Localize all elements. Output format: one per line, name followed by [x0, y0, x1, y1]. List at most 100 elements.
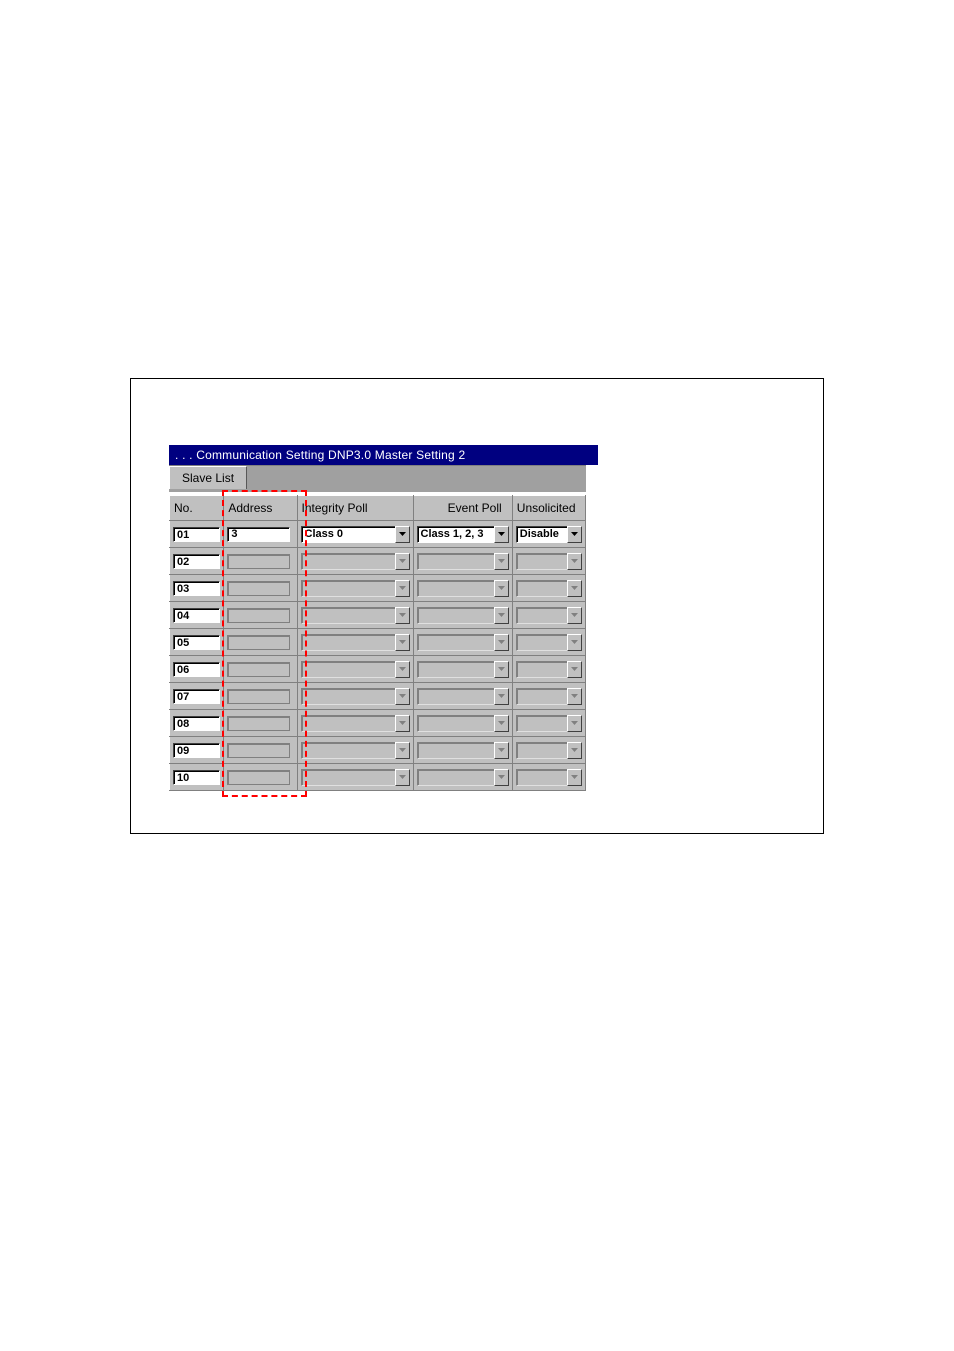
- event-poll-select: [417, 661, 509, 678]
- tab-strip: Slave List: [169, 465, 586, 492]
- unsolicited-select-value: [516, 553, 567, 570]
- unsolicited-select[interactable]: Disable: [516, 526, 582, 543]
- chevron-down-icon: [567, 715, 582, 732]
- address-input[interactable]: [227, 527, 289, 542]
- row-number: 07: [173, 689, 220, 704]
- chevron-down-icon: [494, 688, 509, 705]
- unsolicited-select-value: [516, 634, 567, 651]
- table-row: 08: [170, 710, 586, 737]
- address-input: [227, 554, 289, 569]
- chevron-down-icon: [395, 661, 410, 678]
- chevron-down-icon: [567, 742, 582, 759]
- integrity-poll-select: [301, 634, 410, 651]
- integrity-poll-select: [301, 553, 410, 570]
- integrity-poll-select-value: [301, 553, 395, 570]
- address-input: [227, 581, 289, 596]
- table-row: 01 Class 0 Class 1, 2, 3 Disable: [170, 521, 586, 548]
- integrity-poll-select: [301, 715, 410, 732]
- row-number: 02: [173, 554, 220, 569]
- chevron-down-icon: [567, 769, 582, 786]
- chevron-down-icon: [567, 661, 582, 678]
- row-number: 04: [173, 608, 220, 623]
- table-row: 07: [170, 683, 586, 710]
- unsolicited-select-value: [516, 688, 567, 705]
- header-no: No.: [170, 496, 224, 521]
- table-row: 04: [170, 602, 586, 629]
- tab-slave-list[interactable]: Slave List: [169, 466, 247, 489]
- integrity-poll-select-value: [301, 769, 395, 786]
- event-poll-select: [417, 580, 509, 597]
- address-input: [227, 689, 289, 704]
- integrity-poll-select: [301, 580, 410, 597]
- event-poll-select: [417, 688, 509, 705]
- address-input: [227, 662, 289, 677]
- chevron-down-icon: [494, 742, 509, 759]
- row-number: 06: [173, 662, 220, 677]
- unsolicited-select: [516, 769, 582, 786]
- unsolicited-select: [516, 688, 582, 705]
- row-number: 09: [173, 743, 220, 758]
- table-row: 05: [170, 629, 586, 656]
- integrity-poll-select-value: [301, 715, 395, 732]
- event-poll-select: [417, 715, 509, 732]
- chevron-down-icon: [395, 553, 410, 570]
- integrity-poll-select: [301, 688, 410, 705]
- row-number: 01: [173, 527, 220, 542]
- event-poll-select-value: [417, 742, 494, 759]
- window-title: . . . Communication Setting DNP3.0 Maste…: [169, 445, 598, 465]
- header-unsolicited: Unsolicited: [512, 496, 585, 521]
- header-integrity: Integrity Poll: [297, 496, 413, 521]
- event-poll-select-value: [417, 634, 494, 651]
- unsolicited-select: [516, 607, 582, 624]
- event-poll-select[interactable]: Class 1, 2, 3: [417, 526, 509, 543]
- chevron-down-icon: [494, 634, 509, 651]
- integrity-poll-select: [301, 769, 410, 786]
- table-row: 09: [170, 737, 586, 764]
- event-poll-select: [417, 742, 509, 759]
- chevron-down-icon: [494, 553, 509, 570]
- table-row: 02: [170, 548, 586, 575]
- row-number: 08: [173, 716, 220, 731]
- unsolicited-select: [516, 715, 582, 732]
- integrity-poll-select-value: [301, 688, 395, 705]
- table-header-row: No. Address Integrity Poll Event Poll Un…: [170, 496, 586, 521]
- chevron-down-icon: [395, 742, 410, 759]
- unsolicited-select: [516, 742, 582, 759]
- event-poll-select: [417, 553, 509, 570]
- event-poll-select-value: [417, 715, 494, 732]
- chevron-down-icon: [395, 634, 410, 651]
- chevron-down-icon: [567, 607, 582, 624]
- chevron-down-icon: [494, 715, 509, 732]
- event-poll-select-value: [417, 769, 494, 786]
- address-input: [227, 743, 289, 758]
- chevron-down-icon[interactable]: [494, 526, 509, 543]
- chevron-down-icon: [567, 634, 582, 651]
- chevron-down-icon: [494, 769, 509, 786]
- chevron-down-icon: [395, 607, 410, 624]
- chevron-down-icon[interactable]: [395, 526, 410, 543]
- table-row: 06: [170, 656, 586, 683]
- event-poll-select-value: [417, 661, 494, 678]
- unsolicited-select-value: [516, 769, 567, 786]
- chevron-down-icon: [567, 580, 582, 597]
- integrity-poll-select: [301, 742, 410, 759]
- chevron-down-icon: [494, 607, 509, 624]
- chevron-down-icon: [395, 715, 410, 732]
- event-poll-select-value: [417, 553, 494, 570]
- integrity-poll-select-value: [301, 607, 395, 624]
- chevron-down-icon: [395, 580, 410, 597]
- table-row: 10: [170, 764, 586, 791]
- unsolicited-select-value: [516, 661, 567, 678]
- integrity-poll-select-value: [301, 661, 395, 678]
- unsolicited-select-value: [516, 607, 567, 624]
- chevron-down-icon: [567, 553, 582, 570]
- integrity-poll-select[interactable]: Class 0: [301, 526, 410, 543]
- event-poll-select: [417, 607, 509, 624]
- chevron-down-icon: [494, 661, 509, 678]
- row-number: 10: [173, 770, 220, 785]
- row-number: 03: [173, 581, 220, 596]
- integrity-poll-select-value: Class 0: [301, 526, 395, 543]
- table-row: 03: [170, 575, 586, 602]
- chevron-down-icon[interactable]: [567, 526, 582, 543]
- address-input: [227, 770, 289, 785]
